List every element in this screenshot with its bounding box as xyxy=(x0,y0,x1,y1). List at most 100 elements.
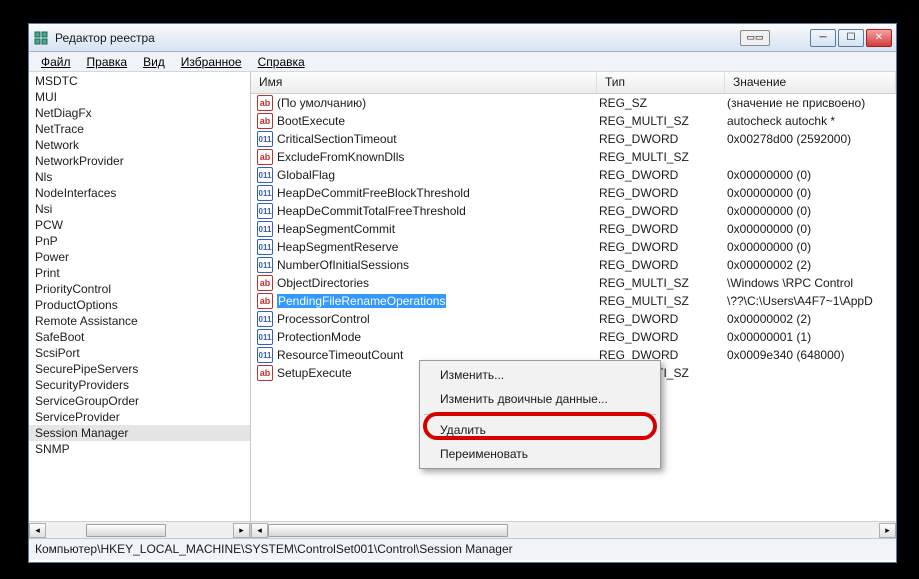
tree-item[interactable]: Network xyxy=(29,137,250,153)
value-type: REG_DWORD xyxy=(597,240,725,254)
value-data: 0x00278d00 (2592000) xyxy=(725,132,896,146)
value-type: REG_MULTI_SZ xyxy=(597,294,725,308)
ctx-delete[interactable]: Удалить xyxy=(422,418,658,442)
tree-item[interactable]: PnP xyxy=(29,233,250,249)
table-row[interactable]: ab(По умолчанию)REG_SZ(значение не присв… xyxy=(251,94,896,112)
value-type: REG_MULTI_SZ xyxy=(597,276,725,290)
table-row[interactable]: abObjectDirectoriesREG_MULTI_SZ\Windows … xyxy=(251,274,896,292)
value-data: \??\C:\Users\A4F7~1\AppD xyxy=(725,294,896,308)
tree-item[interactable]: SafeBoot xyxy=(29,329,250,345)
tree-item[interactable]: ServiceProvider xyxy=(29,409,250,425)
tree-item[interactable]: PCW xyxy=(29,217,250,233)
scroll-right-button[interactable]: ▸ xyxy=(879,523,896,538)
col-type[interactable]: Тип xyxy=(597,72,725,93)
ctx-modify[interactable]: Изменить... xyxy=(422,363,658,387)
value-name: HeapDeCommitTotalFreeThreshold xyxy=(277,204,466,218)
list-scroll-thumb[interactable] xyxy=(268,524,508,537)
tree-scroll-thumb[interactable] xyxy=(86,524,166,537)
ctx-separator xyxy=(424,414,656,415)
tree-item[interactable]: ServiceGroupOrder xyxy=(29,393,250,409)
value-type: REG_SZ xyxy=(597,96,725,110)
ctx-rename[interactable]: Переименовать xyxy=(422,442,658,466)
tree-item[interactable]: SecurePipeServers xyxy=(29,361,250,377)
tree-item[interactable]: NodeInterfaces xyxy=(29,185,250,201)
col-value[interactable]: Значение xyxy=(725,72,896,93)
string-icon: ab xyxy=(257,293,273,309)
value-data: 0x00000000 (0) xyxy=(725,204,896,218)
dword-icon: 011 xyxy=(257,131,273,147)
menu-view[interactable]: Вид xyxy=(135,55,173,69)
table-row[interactable]: 011ProtectionModeREG_DWORD0x00000001 (1) xyxy=(251,328,896,346)
table-row[interactable]: 011GlobalFlagREG_DWORD0x00000000 (0) xyxy=(251,166,896,184)
table-row[interactable]: 011 CriticalSectionTimeout REG_DWORD0x0027… xyxy=(251,130,896,148)
table-row[interactable]: 011ProcessorControlREG_DWORD0x00000002 (… xyxy=(251,310,896,328)
menu-favorites[interactable]: Избранное xyxy=(173,55,250,69)
tree-item[interactable]: PriorityControl xyxy=(29,281,250,297)
dword-icon: 011 xyxy=(257,167,273,183)
tree-list[interactable]: MSDTCMUINetDiagFxNetTraceNetworkNetworkP… xyxy=(29,72,250,521)
table-row[interactable]: 011HeapDeCommitFreeBlockThresholdREG_DWO… xyxy=(251,184,896,202)
scroll-left-button[interactable]: ◂ xyxy=(251,523,268,538)
tree-item[interactable]: MSDTC xyxy=(29,73,250,89)
string-icon: ab xyxy=(257,149,273,165)
value-name: NumberOfInitialSessions xyxy=(277,258,409,272)
tree-item[interactable]: ProductOptions xyxy=(29,297,250,313)
table-row[interactable]: 011NumberOfInitialSessionsREG_DWORD0x000… xyxy=(251,256,896,274)
table-row[interactable]: 011HeapSegmentReserveREG_DWORD0x00000000… xyxy=(251,238,896,256)
value-data: 0x00000000 (0) xyxy=(725,186,896,200)
maximize-button[interactable]: ☐ xyxy=(838,29,864,47)
value-data: 0x00000000 (0) xyxy=(725,168,896,182)
list-header: Имя Тип Значение xyxy=(251,72,896,94)
list-hscroll[interactable]: ◂ ▸ xyxy=(251,521,896,538)
table-row[interactable]: abBootExecuteREG_MULTI_SZautocheck autoc… xyxy=(251,112,896,130)
value-type: REG_DWORD xyxy=(597,312,725,326)
value-data: 0x00000002 (2) xyxy=(725,312,896,326)
value-data: \Windows \RPC Control xyxy=(725,276,896,290)
scroll-right-button[interactable]: ▸ xyxy=(233,523,250,538)
context-menu: Изменить... Изменить двоичные данные... … xyxy=(419,360,661,469)
tree-item[interactable]: Session Manager xyxy=(29,425,250,441)
tree-item[interactable]: Power xyxy=(29,249,250,265)
dword-icon: 011 xyxy=(257,329,273,345)
tree-hscroll[interactable]: ◂ ▸ xyxy=(29,521,250,538)
compat-button[interactable]: ▭▭ xyxy=(740,30,770,46)
app-icon xyxy=(33,30,49,46)
tree-item[interactable]: SNMP xyxy=(29,441,250,457)
tree-item[interactable]: Remote Assistance xyxy=(29,313,250,329)
tree-item[interactable]: Nsi xyxy=(29,201,250,217)
dword-icon: 011 xyxy=(257,311,273,327)
table-row[interactable]: 011HeapDeCommitTotalFreeThresholdREG_DWO… xyxy=(251,202,896,220)
dword-icon: 011 xyxy=(257,257,273,273)
close-button[interactable]: ✕ xyxy=(866,29,892,47)
string-icon: ab xyxy=(257,113,273,129)
menu-help[interactable]: Справка xyxy=(250,55,313,69)
table-row[interactable]: ab PendingFileRenameOperations REG_MULTI_S… xyxy=(251,292,896,310)
table-row[interactable]: abExcludeFromKnownDllsREG_MULTI_SZ xyxy=(251,148,896,166)
tree-item[interactable]: ScsiPort xyxy=(29,345,250,361)
tree-item[interactable]: Print xyxy=(29,265,250,281)
minimize-button[interactable]: ─ xyxy=(810,29,836,47)
value-data: 0x00000000 (0) xyxy=(725,222,896,236)
value-name: CriticalSectionTimeout xyxy=(277,132,397,146)
table-row[interactable]: 011HeapSegmentCommitREG_DWORD0x00000000 … xyxy=(251,220,896,238)
dword-icon: 011 xyxy=(257,185,273,201)
titlebar[interactable]: Редактор реестра ▭▭ ─ ☐ ✕ xyxy=(29,24,896,52)
value-type: REG_DWORD xyxy=(597,330,725,344)
tree-item[interactable]: NetworkProvider xyxy=(29,153,250,169)
tree-item[interactable]: NetTrace xyxy=(29,121,250,137)
tree-item[interactable]: SecurityProviders xyxy=(29,377,250,393)
value-data: 0x00000002 (2) xyxy=(725,258,896,272)
col-name[interactable]: Имя xyxy=(251,72,597,93)
value-name: HeapDeCommitFreeBlockThreshold xyxy=(277,186,470,200)
scroll-left-button[interactable]: ◂ xyxy=(29,523,46,538)
menu-edit[interactable]: Правка xyxy=(79,55,136,69)
tree-item[interactable]: NetDiagFx xyxy=(29,105,250,121)
window-title: Редактор реестра xyxy=(55,31,740,45)
value-name: PendingFileRenameOperations xyxy=(277,294,446,308)
value-name: BootExecute xyxy=(277,114,345,128)
value-type: REG_DWORD xyxy=(597,132,725,146)
menu-file[interactable]: Файл xyxy=(33,55,79,69)
ctx-modify-binary[interactable]: Изменить двоичные данные... xyxy=(422,387,658,411)
tree-item[interactable]: MUI xyxy=(29,89,250,105)
tree-item[interactable]: Nls xyxy=(29,169,250,185)
